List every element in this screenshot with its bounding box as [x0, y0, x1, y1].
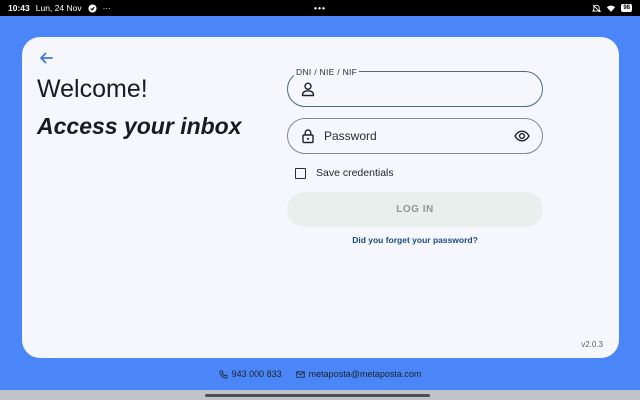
battery-indicator: 98 [621, 4, 632, 12]
wifi-icon [607, 5, 616, 12]
status-center-dots: ••• [314, 3, 326, 13]
status-bar: 10:43 Lun, 24 Nov ··· ••• 98 [0, 0, 640, 16]
app-notification-icon [88, 3, 97, 13]
status-right: 98 [592, 4, 632, 13]
status-left: 10:43 Lun, 24 Nov ··· [8, 3, 111, 13]
password-input[interactable] [324, 129, 514, 143]
version-label: v2.0.3 [581, 340, 603, 349]
status-time: 10:43 [8, 3, 30, 13]
mail-icon [295, 370, 305, 378]
save-credentials-checkbox[interactable] [295, 167, 306, 179]
login-card: Welcome! Access your inbox DNI / NIE / N… [22, 37, 619, 358]
save-credentials-row[interactable]: Save credentials [295, 167, 394, 179]
dni-label: DNI / NIE / NIF [294, 67, 360, 77]
footer-phone-text: 943 000 833 [231, 369, 282, 379]
password-field[interactable] [287, 118, 543, 154]
footer-phone[interactable]: 943 000 833 [219, 369, 282, 379]
login-button[interactable]: LOG IN [287, 192, 543, 227]
home-indicator[interactable] [205, 394, 430, 397]
welcome-subtitle: Access your inbox [37, 113, 242, 139]
contact-footer: 943 000 833 metaposta@metaposta.com [0, 366, 640, 382]
person-icon [301, 82, 315, 97]
forgot-password-link[interactable]: Did you forget your password? [287, 235, 543, 245]
lock-icon [302, 129, 314, 144]
back-arrow-icon[interactable] [38, 50, 54, 66]
footer-email-text: metaposta@metaposta.com [308, 369, 422, 379]
dni-input[interactable] [324, 82, 530, 96]
welcome-title: Welcome! [37, 75, 148, 103]
save-credentials-label: Save credentials [316, 167, 394, 179]
status-date: Lun, 24 Nov [35, 3, 82, 13]
phone-icon [219, 369, 228, 379]
footer-email[interactable]: metaposta@metaposta.com [295, 369, 422, 379]
eye-icon[interactable] [514, 128, 530, 144]
status-more-dots: ··· [102, 3, 112, 13]
alarm-off-icon [592, 4, 602, 12]
